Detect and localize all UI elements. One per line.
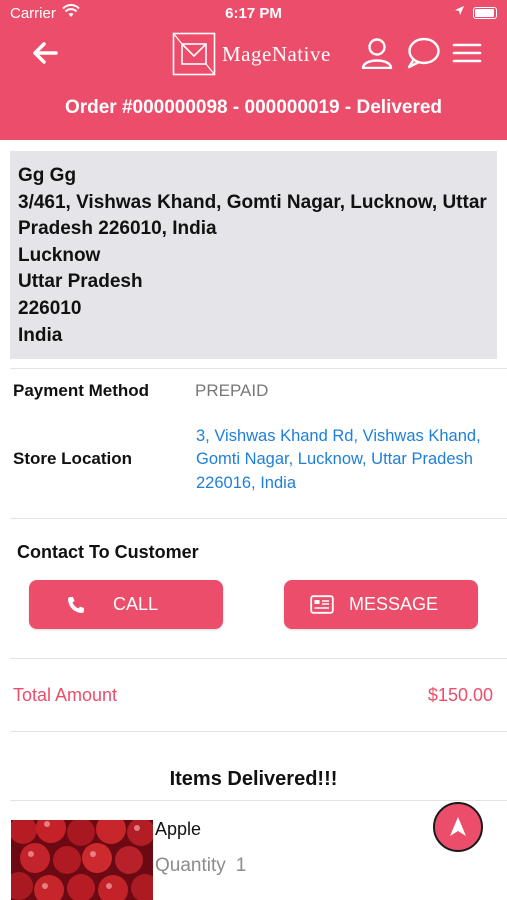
- store-location-label: Store Location: [13, 449, 133, 468]
- menu-icon[interactable]: [452, 37, 486, 69]
- address-name: Gg Gg: [18, 165, 77, 186]
- store-location-line: 3, Vishwas Khand Rd, Vishwas Khand,: [196, 427, 481, 445]
- payment-method-value: PREPAID: [195, 381, 269, 400]
- divider: [10, 800, 507, 801]
- address-country: India: [18, 324, 63, 346]
- address-state: Uttar Pradesh: [18, 271, 143, 293]
- address-postcode: 226010: [18, 297, 82, 319]
- total-amount-value: $150.00: [427, 685, 493, 705]
- back-arrow-icon[interactable]: [28, 36, 62, 70]
- store-location-link[interactable]: 3, Vishwas Khand Rd, Vishwas Khand, Gomt…: [196, 425, 496, 495]
- battery-icon: [473, 7, 497, 19]
- quantity-value: 1: [235, 855, 247, 876]
- phone-icon: [68, 597, 84, 613]
- store-location-line: Gomti Nagar, Lucknow, Uttar Pradesh: [196, 450, 473, 469]
- items-title: Items Delivered!!!: [169, 768, 338, 790]
- address-line: Pradesh 226010, India: [18, 218, 217, 240]
- divider: [10, 658, 507, 659]
- product-name: Apple: [155, 819, 202, 839]
- payment-method-label: Payment Method: [13, 381, 150, 400]
- address-line: 3/461, Vishwas Khand, Gomti Nagar, Luckn…: [18, 191, 487, 213]
- call-button-label: CALL: [113, 594, 159, 614]
- message-card-icon: [310, 595, 334, 614]
- nav-bar: MageNative: [0, 28, 507, 78]
- user-icon[interactable]: [360, 37, 394, 70]
- brand-name: MageNative: [222, 41, 331, 66]
- address-city: Lucknow: [18, 244, 101, 266]
- contact-title: Contact To Customer: [17, 542, 199, 562]
- message-button[interactable]: MESSAGE: [284, 580, 478, 629]
- location-arrow-icon: [454, 5, 465, 19]
- divider: [10, 731, 507, 732]
- status-bar: Carrier 6:17 PM: [0, 0, 507, 28]
- logo-mark-icon: [172, 32, 216, 76]
- divider: [10, 518, 507, 519]
- message-button-label: MESSAGE: [349, 594, 439, 614]
- total-amount-label: Total Amount: [13, 685, 118, 705]
- product-image: [11, 820, 153, 900]
- call-button[interactable]: CALL: [29, 580, 223, 629]
- chat-icon[interactable]: [406, 37, 440, 69]
- shipping-address: Gg Gg 3/461, Vishwas Khand, Gomti Nagar,…: [10, 151, 497, 359]
- divider: [10, 368, 507, 369]
- store-location-line: 226016, India: [196, 473, 297, 492]
- clock: 6:17 PM: [225, 5, 282, 22]
- order-title: Order #000000098 - 000000019 - Delivered: [0, 78, 507, 140]
- navigation-button[interactable]: [433, 802, 483, 852]
- quantity-label: Quantity: [155, 855, 226, 876]
- brand-logo: MageNative: [172, 32, 331, 76]
- navigation-icon: [450, 817, 466, 836]
- product-quantity: Quantity 1: [155, 855, 246, 877]
